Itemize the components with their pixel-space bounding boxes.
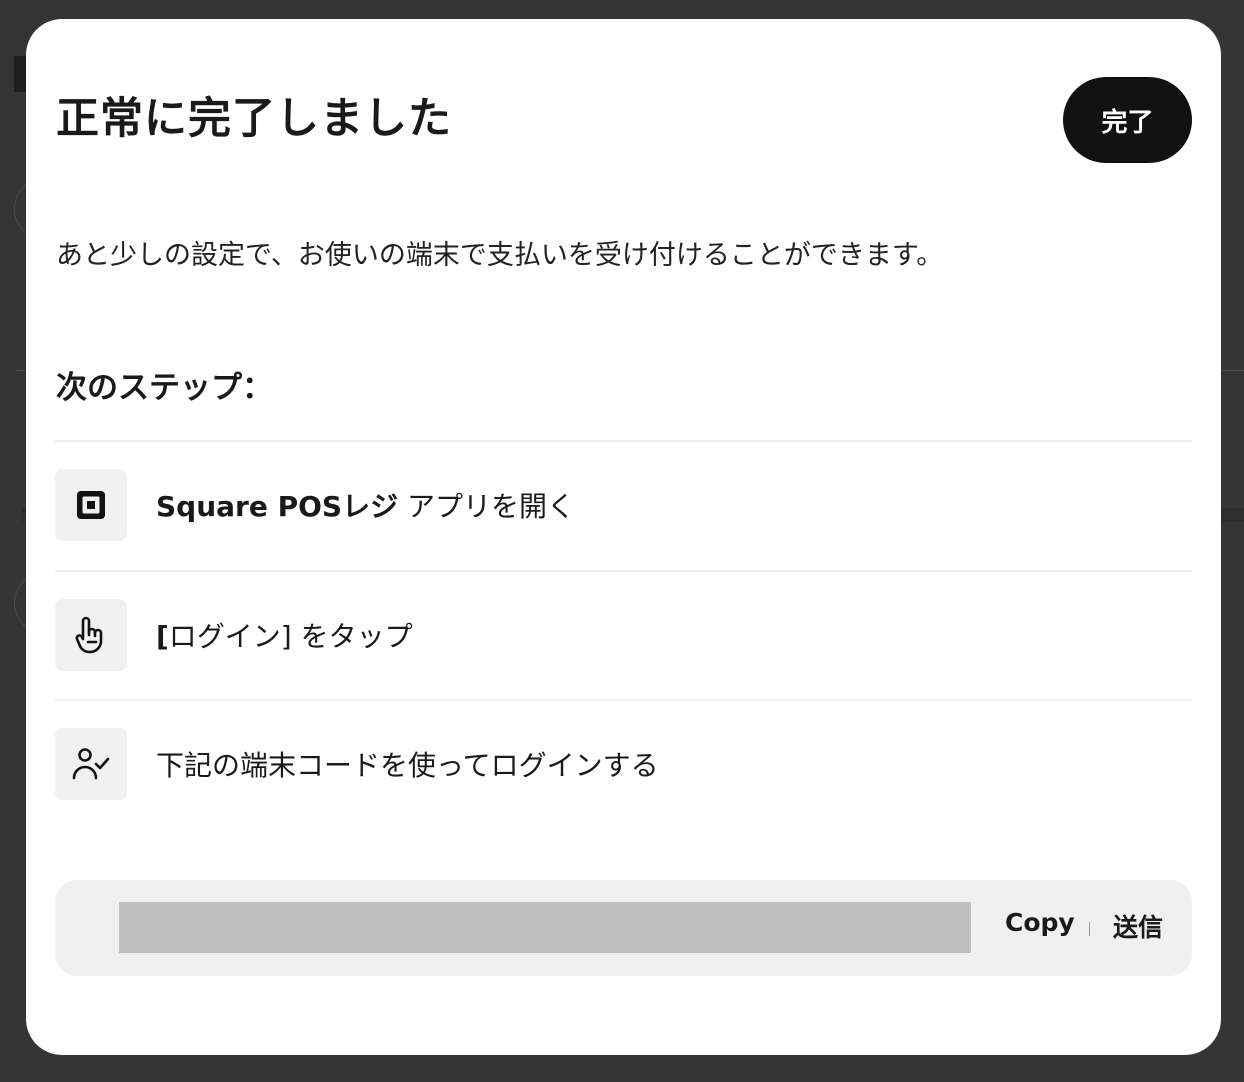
square-logo-icon [55, 469, 127, 541]
copy-button[interactable]: Copy [1005, 908, 1075, 937]
device-code-panel: Copy 送信 [55, 880, 1192, 976]
tap-hand-icon [55, 599, 127, 671]
step-tap-login: [ログイン] をタップ [55, 599, 1192, 671]
modal-title: 正常に完了しました [56, 94, 452, 144]
divider [55, 699, 1192, 701]
step-login-with-code: 下記の端末コードを使ってログインする [55, 728, 1192, 800]
step-label: Square POSレジ アプリを開く [156, 490, 575, 523]
modal-description: あと少しの設定で、お使いの端末で支払いを受け付けることができます。 [56, 240, 944, 271]
divider [55, 440, 1192, 442]
divider [55, 570, 1192, 572]
next-steps-heading: 次のステップ： [56, 370, 273, 406]
step-label: [ログイン] をタップ [156, 620, 413, 653]
step-label: 下記の端末コードを使ってログインする [156, 749, 659, 782]
person-check-icon [55, 728, 127, 800]
done-button[interactable]: 完了 [1063, 77, 1192, 163]
separator [1089, 922, 1090, 936]
device-code-field[interactable] [119, 902, 971, 953]
send-button[interactable]: 送信 [1113, 908, 1163, 944]
success-modal: 正常に完了しました 完了 あと少しの設定で、お使いの端末で支払いを受け付けること… [26, 19, 1221, 1055]
step-open-app: Square POSレジ アプリを開く [55, 469, 1192, 541]
